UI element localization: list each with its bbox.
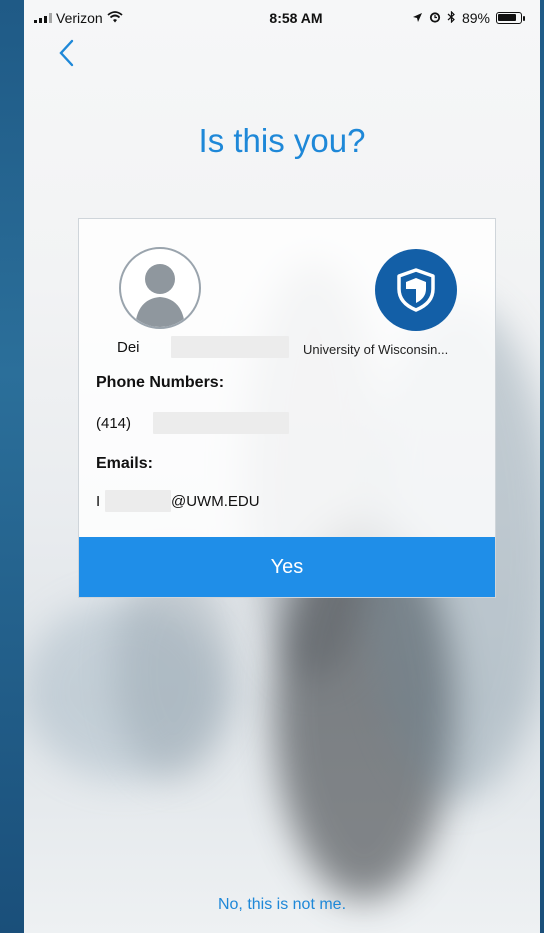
organization-name: University of Wisconsin...: [303, 342, 449, 357]
phone-number: (414): [96, 415, 132, 432]
redacted-name: [171, 336, 289, 358]
redacted-email: [105, 490, 171, 512]
avatar: [119, 247, 201, 329]
person-silhouette-icon: [135, 264, 185, 327]
organization-logo: [375, 249, 457, 331]
shield-icon: [397, 268, 435, 312]
bluetooth-icon: [447, 10, 456, 26]
back-button[interactable]: [52, 38, 80, 72]
phone-numbers-label: Phone Numbers:: [96, 374, 225, 391]
emails-label: Emails:: [96, 455, 153, 472]
location-arrow-icon: [412, 10, 423, 26]
status-icons: 89%: [412, 10, 525, 26]
not-me-link[interactable]: No, this is not me.: [24, 896, 540, 914]
email-domain: @UWM.EDU: [171, 493, 260, 510]
yes-button[interactable]: Yes: [79, 537, 495, 597]
redacted-phone: [153, 412, 289, 434]
clock: 8:58 AM: [269, 10, 323, 26]
chevron-left-icon: [58, 39, 74, 72]
status-bar: Verizon 8:58 AM 89%: [24, 0, 540, 36]
carrier-area: Verizon: [34, 10, 123, 26]
page-title: Is this you?: [198, 122, 366, 159]
battery-percent: 89%: [461, 10, 490, 26]
alarm-icon: [429, 10, 441, 26]
phone-screen: Verizon 8:58 AM 89% Is this you? Dei Uni…: [24, 0, 540, 933]
signal-strength-icon: [34, 13, 52, 23]
battery-icon: [496, 12, 525, 24]
carrier-name: Verizon: [56, 10, 103, 26]
email-prefix: I: [96, 493, 101, 510]
identity-card: Dei University of Wisconsin... Phone Num…: [78, 218, 496, 598]
person-name: Dei: [117, 339, 140, 356]
wifi-icon: [107, 10, 123, 26]
